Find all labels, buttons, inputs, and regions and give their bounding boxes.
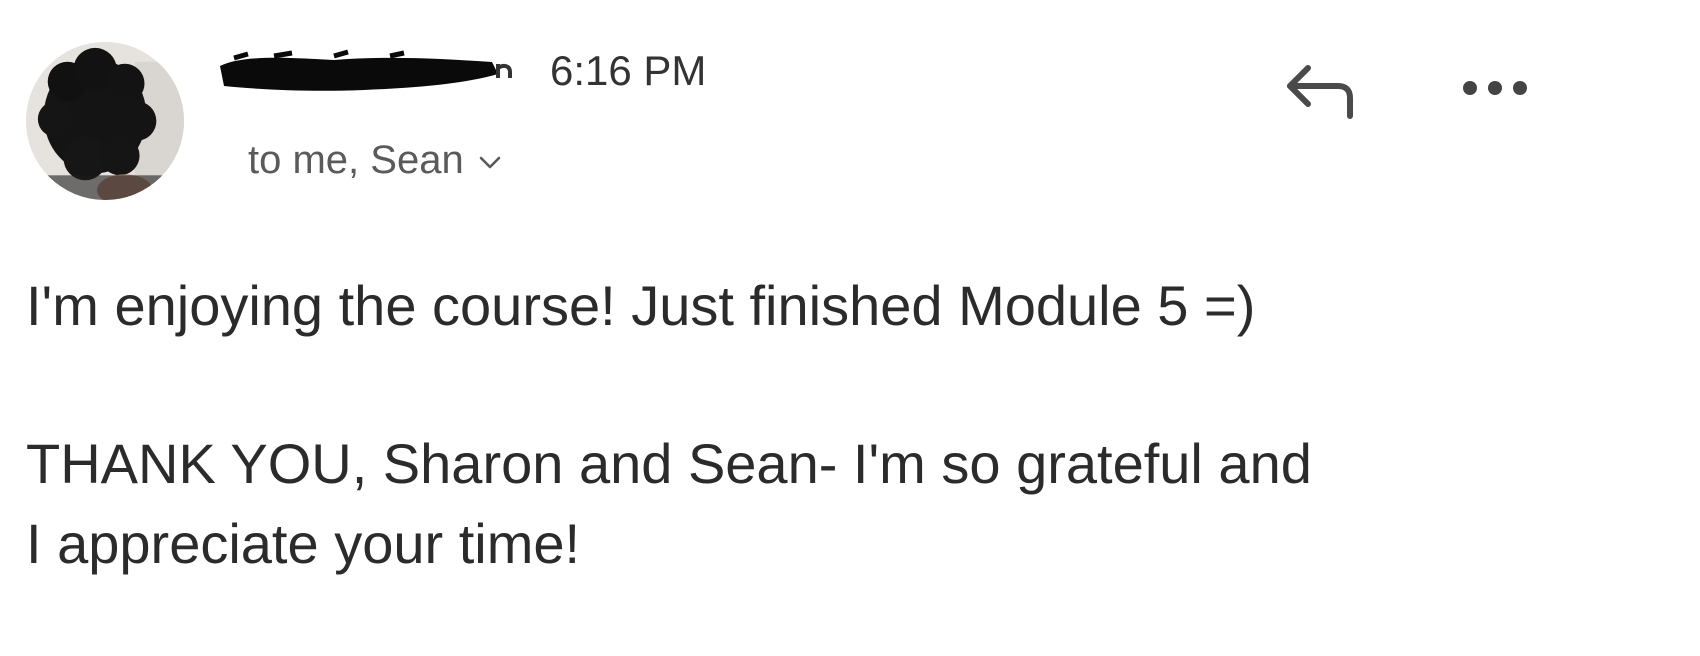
body-line-1: I'm enjoying the course! Just finished M… xyxy=(26,274,1256,337)
sender-name-redacted xyxy=(214,44,514,100)
message-time: 6:16 PM xyxy=(550,47,707,94)
sender-avatar[interactable] xyxy=(26,42,184,200)
reply-arrow-icon xyxy=(1287,65,1353,119)
recipients-toggle[interactable]: to me, Sean xyxy=(248,136,502,184)
email-message: 6:16 PM to me, Sean I'm enjoying the cou… xyxy=(0,0,1700,656)
user-photo-icon xyxy=(26,42,184,200)
body-line-3: I appreciate your time! xyxy=(26,512,581,575)
body-line-2: THANK YOU, Sharon and Sean- I'm so grate… xyxy=(26,432,1312,495)
more-horizontal-icon xyxy=(1463,81,1527,95)
recipients-label: to me, Sean xyxy=(248,138,464,182)
reply-button[interactable] xyxy=(1280,58,1360,120)
more-options-button[interactable] xyxy=(1460,70,1530,106)
chevron-down-icon xyxy=(478,155,502,171)
